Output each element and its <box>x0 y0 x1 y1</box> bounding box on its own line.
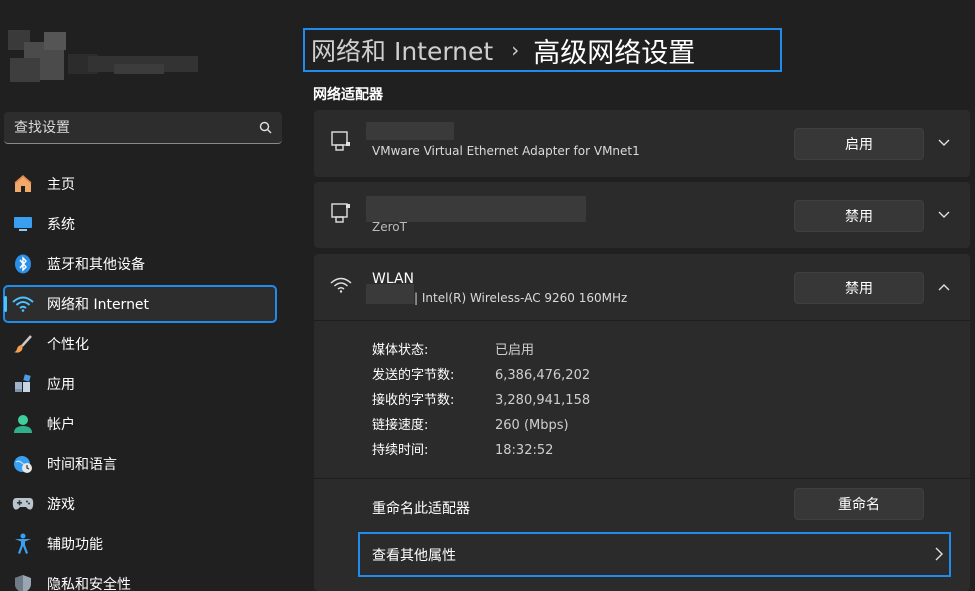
view-more-properties-row[interactable]: 查看其他属性 <box>358 532 951 577</box>
property-row: 发送的字节数: 6,386,476,202 <box>372 364 590 383</box>
property-key: 持续时间: <box>372 443 429 458</box>
sidebar-item-label: 隐私和安全性 <box>47 577 131 591</box>
property-value: 18:32:52 <box>495 443 554 458</box>
system-display-icon <box>12 213 34 235</box>
home-icon <box>12 173 34 195</box>
account-icon <box>12 413 34 435</box>
property-value: 3,280,941,158 <box>495 393 591 408</box>
property-value: 260 (Mbps) <box>495 418 569 433</box>
property-key: 媒体状态: <box>372 343 429 358</box>
apps-icon <box>12 373 34 395</box>
sidebar-item-privacy[interactable]: 隐私和安全性 <box>4 566 282 591</box>
breadcrumb-parent-link[interactable]: 网络和 Internet <box>311 32 493 68</box>
ethernet-icon <box>330 202 354 226</box>
window-title-fragment: ▔ <box>38 0 62 4</box>
property-key: 接收的字节数: <box>372 393 455 408</box>
rename-adapter-label: 重命名此适配器 <box>372 501 470 517</box>
sidebar-item-home[interactable]: 主页 <box>4 166 282 202</box>
sidebar-item-label: 个性化 <box>47 337 89 353</box>
page-title: 高级网络设置 <box>533 37 696 69</box>
sidebar-item-label: 主页 <box>47 177 75 193</box>
sidebar-item-personalization[interactable]: 个性化 <box>4 326 282 362</box>
sidebar-item-label: 应用 <box>47 377 75 393</box>
sidebar-item-label: 蓝牙和其他设备 <box>47 257 145 273</box>
search-input[interactable] <box>14 119 258 136</box>
adapter-name-redacted <box>366 284 414 304</box>
enable-adapter-button[interactable]: 启用 <box>794 128 924 160</box>
accessibility-icon <box>12 533 34 555</box>
section-title: 网络适配器 <box>313 87 383 103</box>
sidebar-item-label: 帐户 <box>47 417 75 433</box>
sidebar-item-label: 系统 <box>47 217 75 233</box>
property-row: 接收的字节数: 3,280,941,158 <box>372 389 590 408</box>
sidebar-item-network[interactable]: 网络和 Internet <box>3 285 277 323</box>
adapter-name-redacted <box>366 196 586 222</box>
adapter-card-vmnet1[interactable]: VMware Virtual Ethernet Adapter for VMne… <box>314 110 970 177</box>
sidebar: ▔ 主页 系统 蓝牙和其他 <box>0 0 292 591</box>
breadcrumb: 网络和 Internet › 高级网络设置 <box>303 28 782 72</box>
sidebar-item-bluetooth[interactable]: 蓝牙和其他设备 <box>4 246 282 282</box>
sidebar-item-label: 游戏 <box>47 497 75 513</box>
search-box[interactable] <box>4 112 282 144</box>
disable-adapter-button[interactable]: 禁用 <box>794 200 924 232</box>
search-icon[interactable] <box>258 121 272 135</box>
property-key: 发送的字节数: <box>372 368 455 383</box>
chevron-up-icon[interactable] <box>934 277 954 297</box>
disable-adapter-button[interactable]: 禁用 <box>794 272 924 304</box>
adapter-description: ZeroT <box>372 220 407 234</box>
chevron-down-icon[interactable] <box>934 205 954 225</box>
property-row: 媒体状态: 已启用 <box>372 339 534 358</box>
sidebar-item-time-language[interactable]: 时间和语言 <box>4 446 282 482</box>
property-value: 已启用 <box>495 343 535 358</box>
wifi-icon <box>330 276 354 300</box>
sidebar-nav: 主页 系统 蓝牙和其他设备 网络和 Internet 个性化 应用 帐户 时间和… <box>3 166 282 591</box>
sidebar-item-accounts[interactable]: 帐户 <box>4 406 282 442</box>
rename-button[interactable]: 重命名 <box>794 488 924 520</box>
sidebar-item-label: 网络和 Internet <box>47 297 150 313</box>
property-row: 链接速度: 260 (Mbps) <box>372 414 569 433</box>
adapter-card-zerotier[interactable]: ZeroT 禁用 <box>314 182 970 248</box>
adapter-description: | Intel(R) Wireless-AC 9260 160MHz <box>414 291 628 305</box>
breadcrumb-separator: › <box>511 38 520 62</box>
paintbrush-icon <box>12 333 34 355</box>
sidebar-item-label: 辅助功能 <box>47 537 103 553</box>
rename-adapter-row: 重命名此适配器 重命名 <box>314 478 970 530</box>
shield-icon <box>12 573 34 591</box>
ethernet-icon <box>330 130 354 154</box>
sidebar-item-gaming[interactable]: 游戏 <box>4 486 282 522</box>
property-value: 6,386,476,202 <box>495 368 591 383</box>
sidebar-item-accessibility[interactable]: 辅助功能 <box>4 526 282 562</box>
chevron-right-icon <box>935 547 943 565</box>
sidebar-item-label: 时间和语言 <box>47 457 117 473</box>
wifi-icon <box>12 293 34 315</box>
view-more-properties-label: 查看其他属性 <box>372 547 456 564</box>
sidebar-item-system[interactable]: 系统 <box>4 206 282 242</box>
property-key: 链接速度: <box>372 418 429 433</box>
gamepad-icon <box>12 493 34 515</box>
adapter-properties: 媒体状态: 已启用 发送的字节数: 6,386,476,202 接收的字节数: 3,2… <box>314 320 970 478</box>
chevron-down-icon[interactable] <box>934 133 954 153</box>
globe-clock-icon <box>12 453 34 475</box>
adapter-description: VMware Virtual Ethernet Adapter for VMne… <box>372 144 640 158</box>
sidebar-item-apps[interactable]: 应用 <box>4 366 282 402</box>
profile-avatar-redacted <box>4 28 204 88</box>
adapter-name-redacted <box>366 122 454 140</box>
bluetooth-icon <box>12 253 34 275</box>
property-row: 持续时间: 18:32:52 <box>372 439 553 458</box>
